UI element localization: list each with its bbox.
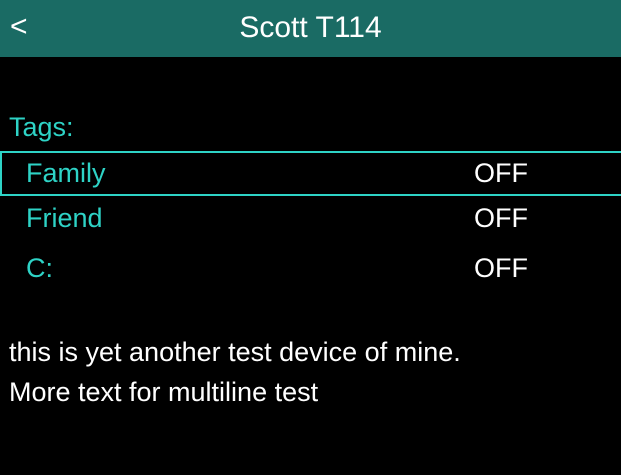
page-title: Scott T114 <box>239 11 382 44</box>
tag-row-family[interactable]: Family OFF <box>0 151 621 196</box>
tag-row-c[interactable]: C: OFF <box>0 246 621 291</box>
tag-row-friend[interactable]: Friend OFF <box>0 196 621 241</box>
header-bar: < Scott T114 <box>0 0 621 57</box>
tag-toggle-friend[interactable]: OFF <box>474 202 528 234</box>
description-line-1: this is yet another test device of mine. <box>9 337 461 367</box>
tag-toggle-c[interactable]: OFF <box>474 252 528 284</box>
tags-heading: Tags: <box>9 112 74 142</box>
tag-name-c: C: <box>26 253 53 283</box>
tag-name-friend: Friend <box>26 203 103 233</box>
tag-name-family: Family <box>26 158 106 188</box>
description-line-2: More text for multiline test <box>9 377 319 407</box>
tag-toggle-family[interactable]: OFF <box>474 157 528 189</box>
